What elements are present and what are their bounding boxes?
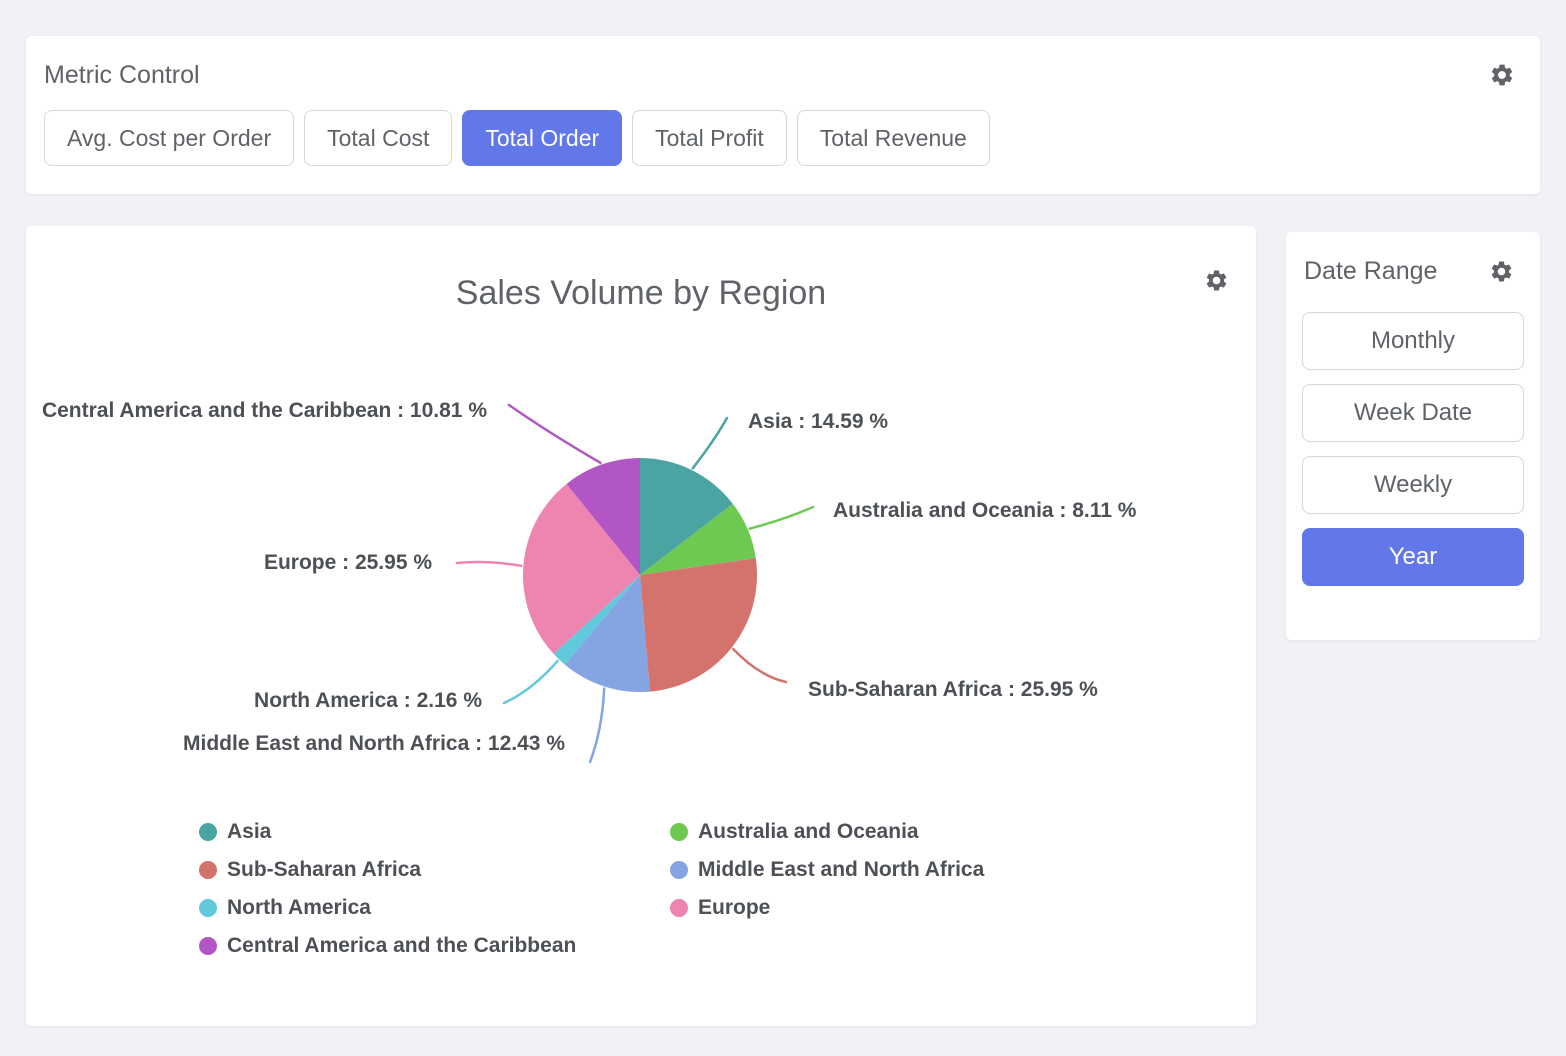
pie-leader-line-asia: [693, 418, 727, 468]
legend-dot-north-america: [199, 899, 217, 917]
metric-button-total-revenue[interactable]: Total Revenue: [797, 110, 990, 166]
date-range-button-monthly[interactable]: Monthly: [1302, 312, 1524, 370]
pie-leader-line-australia-and-oceania: [750, 507, 813, 529]
pie-leader-line-europe: [457, 562, 521, 566]
pie-slice-label-middle-east-and-north-africa: Middle East and North Africa : 12.43 %: [183, 731, 565, 757]
pie-slice-label-north-america: North America : 2.16 %: [254, 688, 482, 714]
date-range-title: Date Range: [1304, 256, 1437, 286]
pie-slice-label-australia-and-oceania: Australia and Oceania : 8.11 %: [833, 498, 1136, 524]
legend-dot-central-america-and-the-caribbean: [199, 937, 217, 955]
pie-leader-line-central-america-and-the-caribbean: [509, 405, 600, 463]
legend-label: North America: [227, 896, 371, 920]
pie-slice-label-europe: Europe : 25.95 %: [264, 550, 432, 576]
legend-label: Asia: [227, 820, 271, 844]
legend-item-europe[interactable]: Europe: [670, 896, 984, 920]
date-range-button-year[interactable]: Year: [1302, 528, 1524, 586]
metric-button-total-cost[interactable]: Total Cost: [304, 110, 452, 166]
legend-item-central-america-and-the-caribbean[interactable]: Central America and the Caribbean: [199, 934, 670, 958]
legend-dot-asia: [199, 823, 217, 841]
metric-control-title: Metric Control: [44, 60, 200, 90]
pie-slice-sub-saharan-africa[interactable]: [640, 558, 757, 691]
metric-button-total-order[interactable]: Total Order: [462, 110, 622, 166]
date-range-button-weekly[interactable]: Weekly: [1302, 456, 1524, 514]
date-range-button-group: Monthly Week Date Weekly Year: [1286, 286, 1540, 600]
chart-legend: Asia Sub-Saharan Africa North America Centr…: [199, 813, 984, 965]
legend-item-australia-and-oceania[interactable]: Australia and Oceania: [670, 820, 984, 844]
pie-slice-label-central-america-and-the-caribbean: Central America and the Caribbean : 10.8…: [42, 398, 487, 424]
legend-item-middle-east-and-north-africa[interactable]: Middle East and North Africa: [670, 858, 984, 882]
legend-label: Middle East and North Africa: [698, 858, 984, 882]
legend-dot-australia-and-oceania: [670, 823, 688, 841]
pie-slice-label-asia: Asia : 14.59 %: [748, 409, 888, 435]
sales-volume-chart-panel: Sales Volume by Region Asia : 14.59 %Aus…: [26, 226, 1256, 1026]
pie-slice-label-sub-saharan-africa: Sub-Saharan Africa : 25.95 %: [808, 677, 1098, 703]
metric-button-total-profit[interactable]: Total Profit: [632, 110, 787, 166]
pie-leader-line-sub-saharan-africa: [733, 649, 786, 682]
legend-item-asia[interactable]: Asia: [199, 820, 670, 844]
metric-button-avg-cost-per-order[interactable]: Avg. Cost per Order: [44, 110, 294, 166]
settings-gear-icon[interactable]: [1489, 259, 1514, 284]
pie-leader-line-north-america: [504, 661, 558, 703]
legend-item-north-america[interactable]: North America: [199, 896, 670, 920]
legend-dot-sub-saharan-africa: [199, 861, 217, 879]
date-range-panel: Date Range Monthly Week Date Weekly Year: [1286, 232, 1540, 640]
legend-label: Sub-Saharan Africa: [227, 858, 421, 882]
metric-control-panel: Metric Control Avg. Cost per Order Total…: [26, 36, 1540, 194]
legend-dot-europe: [670, 899, 688, 917]
legend-item-sub-saharan-africa[interactable]: Sub-Saharan Africa: [199, 858, 670, 882]
legend-dot-middle-east-and-north-africa: [670, 861, 688, 879]
date-range-button-week-date[interactable]: Week Date: [1302, 384, 1524, 442]
legend-label: Europe: [698, 896, 770, 920]
legend-label: Central America and the Caribbean: [227, 934, 576, 958]
settings-gear-icon[interactable]: [1489, 62, 1515, 88]
pie-leader-line-middle-east-and-north-africa: [590, 689, 604, 763]
legend-label: Australia and Oceania: [698, 820, 919, 844]
metric-button-group: Avg. Cost per Order Total Cost Total Ord…: [26, 90, 1540, 166]
